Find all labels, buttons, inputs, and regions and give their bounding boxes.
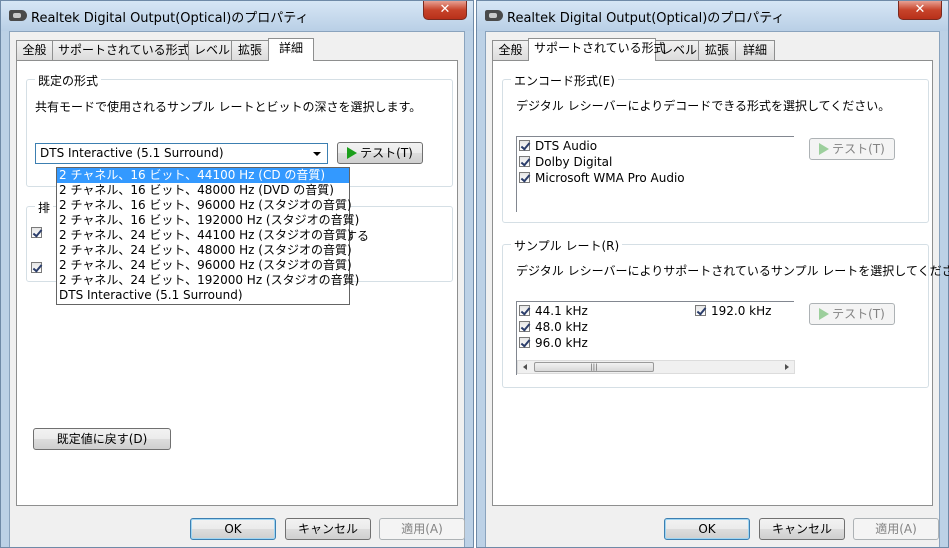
dropdown-option[interactable]: 2 チャネル、24 ビット、192000 Hz (スタジオの音質): [57, 273, 359, 288]
encoded-formats-list[interactable]: DTS Audio Dolby Digital Microsoft WMA Pr…: [516, 136, 794, 212]
window-title: Realtek Digital Output(Optical)のプロパティ: [31, 11, 309, 26]
encoded-formats-description: デジタル レシーバーによりデコードできる形式を選択してください。: [516, 99, 891, 113]
dropdown-option[interactable]: 2 チャネル、24 ビット、48000 Hz (スタジオの音質): [57, 243, 352, 258]
apply-button[interactable]: 適用(A): [379, 518, 465, 540]
list-item[interactable]: 44.1 kHz: [519, 304, 588, 319]
cancel-button[interactable]: キャンセル: [759, 518, 845, 540]
tab-supported-formats[interactable]: サポートされている形式: [528, 38, 666, 61]
dropdown-option[interactable]: 2 チャネル、16 ビット、192000 Hz (スタジオの音質): [57, 213, 359, 228]
tab-enhancements[interactable]: 拡張: [231, 40, 269, 60]
dropdown-option[interactable]: 2 チャネル、16 ビット、48000 Hz (DVD の音質): [57, 183, 349, 198]
properties-window-details: Realtek Digital Output(Optical)のプロパティ ✕ …: [0, 0, 474, 548]
dropdown-option[interactable]: 2 チャネル、16 ビット、44100 Hz (CD の音質): [57, 168, 349, 183]
checkbox[interactable]: [695, 305, 706, 316]
close-button[interactable]: ✕: [898, 1, 942, 20]
dialog-client: 全般 サポートされている形式 レベル 拡張 詳細 エンコード形式(E) デジタル…: [485, 31, 949, 547]
checkbox[interactable]: [519, 156, 530, 167]
horizontal-scrollbar[interactable]: |||: [517, 360, 795, 374]
properties-window-supported-formats: Realtek Digital Output(Optical)のプロパティ ✕ …: [476, 0, 949, 548]
list-item[interactable]: 48.0 kHz: [519, 320, 588, 335]
encoded-formats-group: エンコード形式(E) デジタル レシーバーによりデコードできる形式を選択してくだ…: [502, 72, 929, 223]
list-item[interactable]: 96.0 kHz: [519, 336, 588, 351]
list-item[interactable]: DTS Audio: [519, 139, 597, 154]
checkbox[interactable]: [519, 305, 530, 316]
tab-panel-supported-formats: エンコード形式(E) デジタル レシーバーによりデコードできる形式を選択してくだ…: [492, 60, 949, 506]
tab-advanced[interactable]: 詳細: [735, 40, 775, 60]
play-icon: [819, 308, 830, 320]
scroll-left-icon[interactable]: [523, 364, 527, 370]
tab-advanced[interactable]: 詳細: [268, 38, 314, 61]
default-format-description: 共有モードで使用されるサンプル レートとビットの深さを選択します。: [35, 100, 422, 114]
tab-general[interactable]: 全般: [492, 40, 529, 60]
speaker-icon: [9, 10, 27, 21]
tab-general[interactable]: 全般: [16, 40, 53, 60]
default-format-select[interactable]: DTS Interactive (5.1 Surround): [35, 143, 328, 164]
checkbox[interactable]: [519, 172, 530, 183]
chevron-down-icon[interactable]: [313, 152, 321, 156]
tab-enhancements[interactable]: 拡張: [698, 40, 736, 60]
checkbox[interactable]: [519, 321, 530, 332]
ok-button[interactable]: OK: [664, 518, 750, 540]
tab-supported-formats[interactable]: サポートされている形式: [52, 40, 190, 60]
dropdown-option[interactable]: DTS Interactive (5.1 Surround): [57, 288, 349, 303]
dialog-client: 全般 サポートされている形式 レベル 拡張 詳細 既定の形式 共有モードで使用さ…: [9, 31, 465, 547]
window-title: Realtek Digital Output(Optical)のプロパティ: [507, 11, 785, 26]
restore-defaults-button[interactable]: 既定値に戻す(D): [33, 428, 171, 450]
play-icon: [347, 147, 358, 159]
default-format-dropdown-list: 2 チャネル、16 ビット、44100 Hz (CD の音質) 2 チャネル、1…: [56, 167, 359, 305]
list-item-label: 44.1 kHz: [535, 304, 588, 318]
list-item-label: DTS Audio: [535, 139, 598, 153]
title-bar[interactable]: Realtek Digital Output(Optical)のプロパティ ✕: [1, 1, 473, 31]
list-item-label: 48.0 kHz: [535, 320, 588, 334]
speaker-icon: [485, 10, 503, 21]
dropdown-option[interactable]: 2 チャネル、24 ビット、96000 Hz (スタジオの音質): [57, 258, 352, 273]
sample-rates-list[interactable]: 44.1 kHz 48.0 kHz 96.0 kHz 192.0 kHz |||: [516, 301, 795, 375]
exclusive-allow-checkbox[interactable]: [31, 227, 42, 238]
scrollbar-thumb[interactable]: |||: [534, 362, 654, 372]
sample-rates-description: デジタル レシーバーによりサポートされているサンプル レートを選択してください。: [516, 264, 949, 278]
sample-rates-group: サンプル レート(R) デジタル レシーバーによりサポートされているサンプル レ…: [502, 237, 949, 388]
test-button[interactable]: テスト(T): [809, 138, 895, 160]
checkbox[interactable]: [519, 140, 530, 151]
close-button[interactable]: ✕: [423, 1, 467, 20]
test-button[interactable]: テスト(T): [809, 303, 895, 325]
test-button-label: テスト(T): [832, 142, 885, 156]
test-button[interactable]: テスト(T): [337, 142, 423, 164]
test-button-label: テスト(T): [360, 146, 413, 160]
scroll-right-icon[interactable]: [785, 364, 789, 370]
default-format-label: 既定の形式: [35, 72, 102, 89]
list-item[interactable]: 192.0 kHz: [695, 304, 771, 319]
exclusive-priority-checkbox[interactable]: [31, 262, 42, 273]
default-format-value: DTS Interactive (5.1 Surround): [40, 146, 224, 160]
tab-panel-advanced: 既定の形式 共有モードで使用されるサンプル レートとビットの深さを選択します。 …: [16, 60, 458, 506]
list-item[interactable]: Microsoft WMA Pro Audio: [519, 171, 685, 186]
dropdown-option[interactable]: 2 チャネル、24 ビット、44100 Hz (スタジオの音質): [57, 228, 352, 243]
sample-rates-label: サンプル レート(R): [511, 237, 623, 254]
exclusive-mode-label: 排: [35, 199, 54, 216]
list-item-label: 192.0 kHz: [711, 304, 772, 318]
list-item-label: 96.0 kHz: [535, 336, 588, 350]
encoded-formats-label: エンコード形式(E): [511, 72, 618, 89]
dropdown-option[interactable]: 2 チャネル、16 ビット、96000 Hz (スタジオの音質): [57, 198, 352, 213]
title-bar[interactable]: Realtek Digital Output(Optical)のプロパティ ✕: [477, 1, 948, 31]
test-button-label: テスト(T): [832, 307, 885, 321]
apply-button[interactable]: 適用(A): [853, 518, 939, 540]
checkbox[interactable]: [519, 337, 530, 348]
list-item[interactable]: Dolby Digital: [519, 155, 612, 170]
tab-levels[interactable]: レベル: [188, 40, 232, 60]
play-icon: [819, 143, 830, 155]
cancel-button[interactable]: キャンセル: [285, 518, 371, 540]
ok-button[interactable]: OK: [190, 518, 276, 540]
list-item-label: Dolby Digital: [535, 155, 613, 169]
list-item-label: Microsoft WMA Pro Audio: [535, 171, 685, 185]
